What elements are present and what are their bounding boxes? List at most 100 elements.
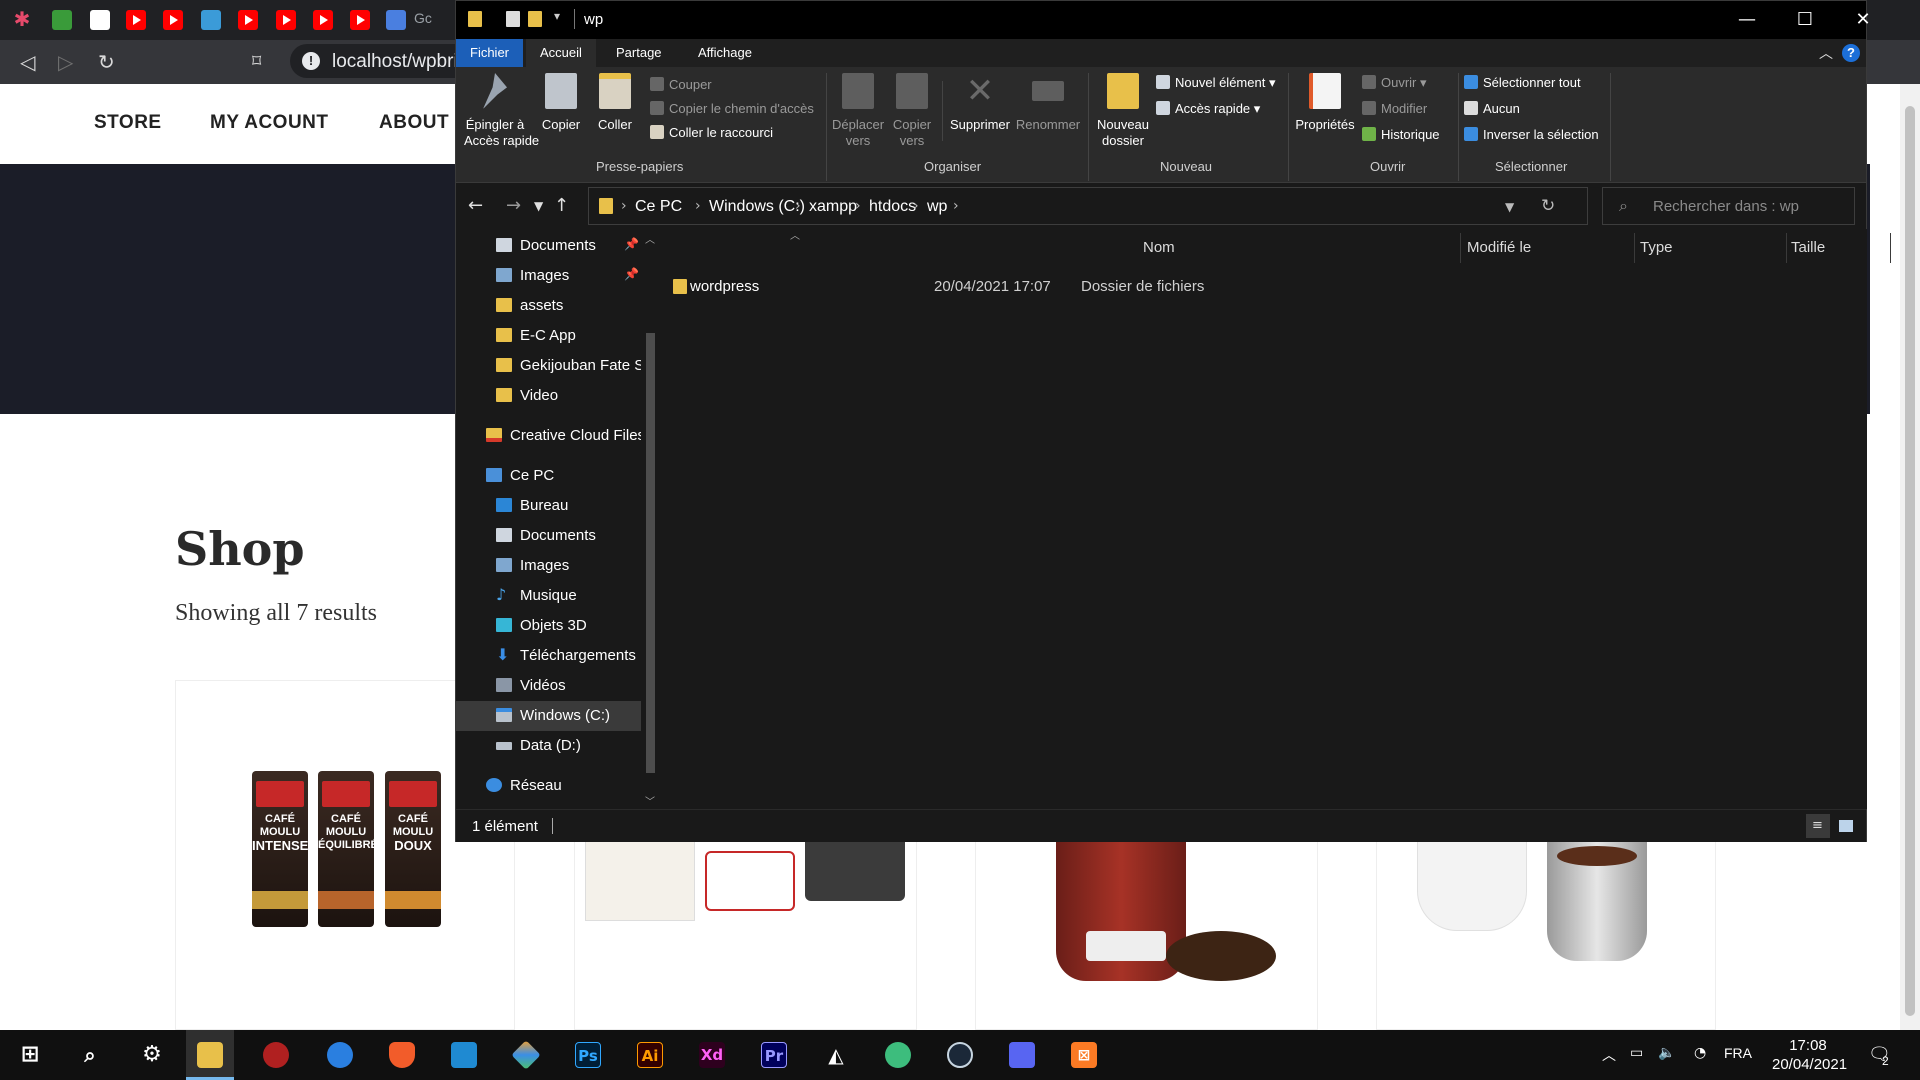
file-name[interactable]: wordpress	[690, 278, 759, 295]
search-input[interactable]: ⌕ Rechercher dans : wp	[1602, 187, 1855, 225]
asterisk-tab-icon[interactable]: ✱	[12, 10, 32, 30]
youtube-tab-icon[interactable]	[350, 10, 370, 30]
forward-arrow-icon[interactable]: →	[506, 195, 521, 216]
column-divider[interactable]	[1634, 233, 1635, 263]
url-text[interactable]: localhost/wpbri	[332, 51, 458, 73]
forward-icon[interactable]: ▷	[58, 50, 73, 74]
taskbar-unity[interactable]: ◭	[812, 1030, 860, 1080]
paste-button[interactable]: Coller	[590, 73, 640, 133]
breadcrumb-separator[interactable]: ›	[795, 198, 801, 214]
vuetify-tab-icon[interactable]	[201, 10, 221, 30]
easy-access-button[interactable]: Accès rapide ▾	[1156, 99, 1260, 119]
column-divider[interactable]	[1460, 233, 1461, 263]
breadcrumb-separator[interactable]: ›	[855, 198, 861, 214]
new-folder-button[interactable]: Nouveau dossier	[1092, 73, 1154, 149]
column-header-nom[interactable]: Nom	[1143, 239, 1175, 256]
taskbar-app-green[interactable]	[874, 1030, 922, 1080]
youtube-tab-icon[interactable]	[313, 10, 333, 30]
pin-icon[interactable]: 📌	[624, 267, 639, 281]
page-scroll-thumb[interactable]	[1905, 106, 1915, 1016]
large-icons-view-button[interactable]	[1834, 814, 1858, 838]
back-arrow-icon[interactable]: ←	[468, 195, 483, 216]
taskbar-xd[interactable]: Xd	[688, 1030, 736, 1080]
nav-item-data-d[interactable]: Data (D:)	[456, 731, 641, 761]
column-header-modifie[interactable]: Modifié le	[1467, 239, 1531, 256]
help-icon[interactable]: ?	[1842, 44, 1860, 62]
new-folder-icon[interactable]	[528, 11, 542, 27]
battery-icon[interactable]: ▭	[1630, 1045, 1643, 1061]
nav-scroll-thumb[interactable]	[646, 333, 655, 773]
tab-fichier[interactable]: Fichier	[456, 39, 524, 67]
cut-button[interactable]: Couper	[650, 75, 712, 95]
github-tab-icon[interactable]	[90, 10, 110, 30]
nav-item-gekijouban[interactable]: Gekijouban Fate S	[456, 351, 641, 381]
nav-item-ec-app[interactable]: E-C App	[456, 321, 641, 351]
site-info-icon[interactable]: !	[302, 52, 320, 70]
wifi-icon[interactable]: ◔	[1694, 1045, 1706, 1061]
breadcrumb-windows-c[interactable]: Windows (C:)	[709, 198, 805, 216]
column-divider[interactable]	[1786, 233, 1787, 263]
open-button[interactable]: Ouvrir ▾	[1362, 73, 1427, 93]
properties-icon[interactable]	[506, 11, 520, 27]
youtube-tab-icon[interactable]	[276, 10, 296, 30]
nav-item-ce-pc[interactable]: Ce PC	[456, 461, 641, 491]
youtube-tab-icon[interactable]	[163, 10, 183, 30]
taskbar-xampp[interactable]: ⊠	[1060, 1030, 1108, 1080]
delete-button[interactable]: ✕ Supprimer	[946, 73, 1014, 133]
copy-button[interactable]: Copier	[536, 73, 586, 133]
column-header-taille[interactable]: Taille	[1791, 239, 1825, 256]
taskbar-app-blue[interactable]	[316, 1030, 364, 1080]
close-button[interactable]: ✕	[1834, 1, 1892, 39]
nav-item-telechargements[interactable]: ⬇ Téléchargements	[456, 641, 641, 671]
minimize-button[interactable]: —	[1718, 1, 1776, 39]
notifications-button[interactable]: 🗨 2	[1866, 1040, 1896, 1070]
youtube-tab-icon[interactable]	[238, 10, 258, 30]
refresh-icon[interactable]: ↻	[1541, 196, 1555, 216]
pin-icon[interactable]: 📌	[624, 237, 639, 251]
move-to-button[interactable]: Déplacer vers	[832, 73, 884, 149]
taskbar-file-explorer[interactable]	[186, 1030, 234, 1080]
select-all-button[interactable]: Sélectionner tout	[1464, 73, 1581, 93]
tab-affichage[interactable]: Affichage	[684, 39, 766, 67]
nav-item-musique[interactable]: ♪ Musique	[456, 581, 641, 611]
taskbar-premiere[interactable]: Pr	[750, 1030, 798, 1080]
breadcrumb-separator[interactable]: ›	[695, 198, 701, 214]
search-button[interactable]: ⌕	[66, 1030, 114, 1080]
breadcrumb-separator[interactable]: ›	[953, 198, 959, 214]
nav-item-video[interactable]: Video	[456, 381, 641, 411]
collapse-ribbon-icon[interactable]: ︿	[1819, 43, 1833, 63]
taskbar-vscode[interactable]	[440, 1030, 488, 1080]
quick-access-dropdown-icon[interactable]: ▾	[554, 9, 560, 23]
address-bar[interactable]: ! localhost/wpbri	[290, 44, 460, 78]
google-translate-tab-icon[interactable]	[386, 10, 406, 30]
select-none-button[interactable]: Aucun	[1464, 99, 1520, 119]
stack-tab-icon[interactable]	[52, 10, 72, 30]
breadcrumb-box[interactable]: › Ce PC › Windows (C:) › xampp › htdocs …	[588, 187, 1588, 225]
column-header-type[interactable]: Type	[1640, 239, 1673, 256]
breadcrumb-htdocs[interactable]: htdocs	[869, 198, 916, 216]
nav-item-images[interactable]: Images	[456, 551, 641, 581]
new-item-button[interactable]: Nouvel élément ▾	[1156, 73, 1275, 93]
nav-item-bureau[interactable]: Bureau	[456, 491, 641, 521]
pin-quick-access-button[interactable]: Épingler à Accès rapide	[464, 73, 539, 149]
nav-item-windows-c[interactable]: Windows (C:)	[456, 701, 641, 731]
bookmark-icon[interactable]: ⌑	[252, 50, 261, 74]
page-scrollbar[interactable]	[1900, 84, 1920, 1030]
file-row[interactable]: wordpress 20/04/2021 17:07 Dossier de fi…	[664, 272, 1424, 300]
nav-item-documents[interactable]: Documents	[456, 521, 641, 551]
taskbar-settings[interactable]: ⚙	[128, 1030, 176, 1080]
history-button[interactable]: Historique	[1362, 125, 1440, 145]
tab-partage[interactable]: Partage	[602, 39, 676, 67]
taskbar-app-red[interactable]	[252, 1030, 300, 1080]
taskbar-brave[interactable]	[378, 1030, 426, 1080]
column-divider[interactable]	[1890, 233, 1891, 263]
breadcrumb-separator[interactable]: ›	[913, 198, 919, 214]
language-indicator[interactable]: FRA	[1724, 1045, 1752, 1061]
up-arrow-icon[interactable]: ↑	[554, 195, 569, 216]
start-button[interactable]: ⊞	[6, 1030, 54, 1080]
nav-item-creative-cloud[interactable]: Creative Cloud Files	[456, 421, 641, 451]
rename-button[interactable]: Renommer	[1012, 73, 1084, 133]
invert-selection-button[interactable]: Inverser la sélection	[1464, 125, 1599, 145]
nav-item-objets-3d[interactable]: Objets 3D	[456, 611, 641, 641]
address-dropdown-icon[interactable]: ▼	[1505, 200, 1514, 214]
